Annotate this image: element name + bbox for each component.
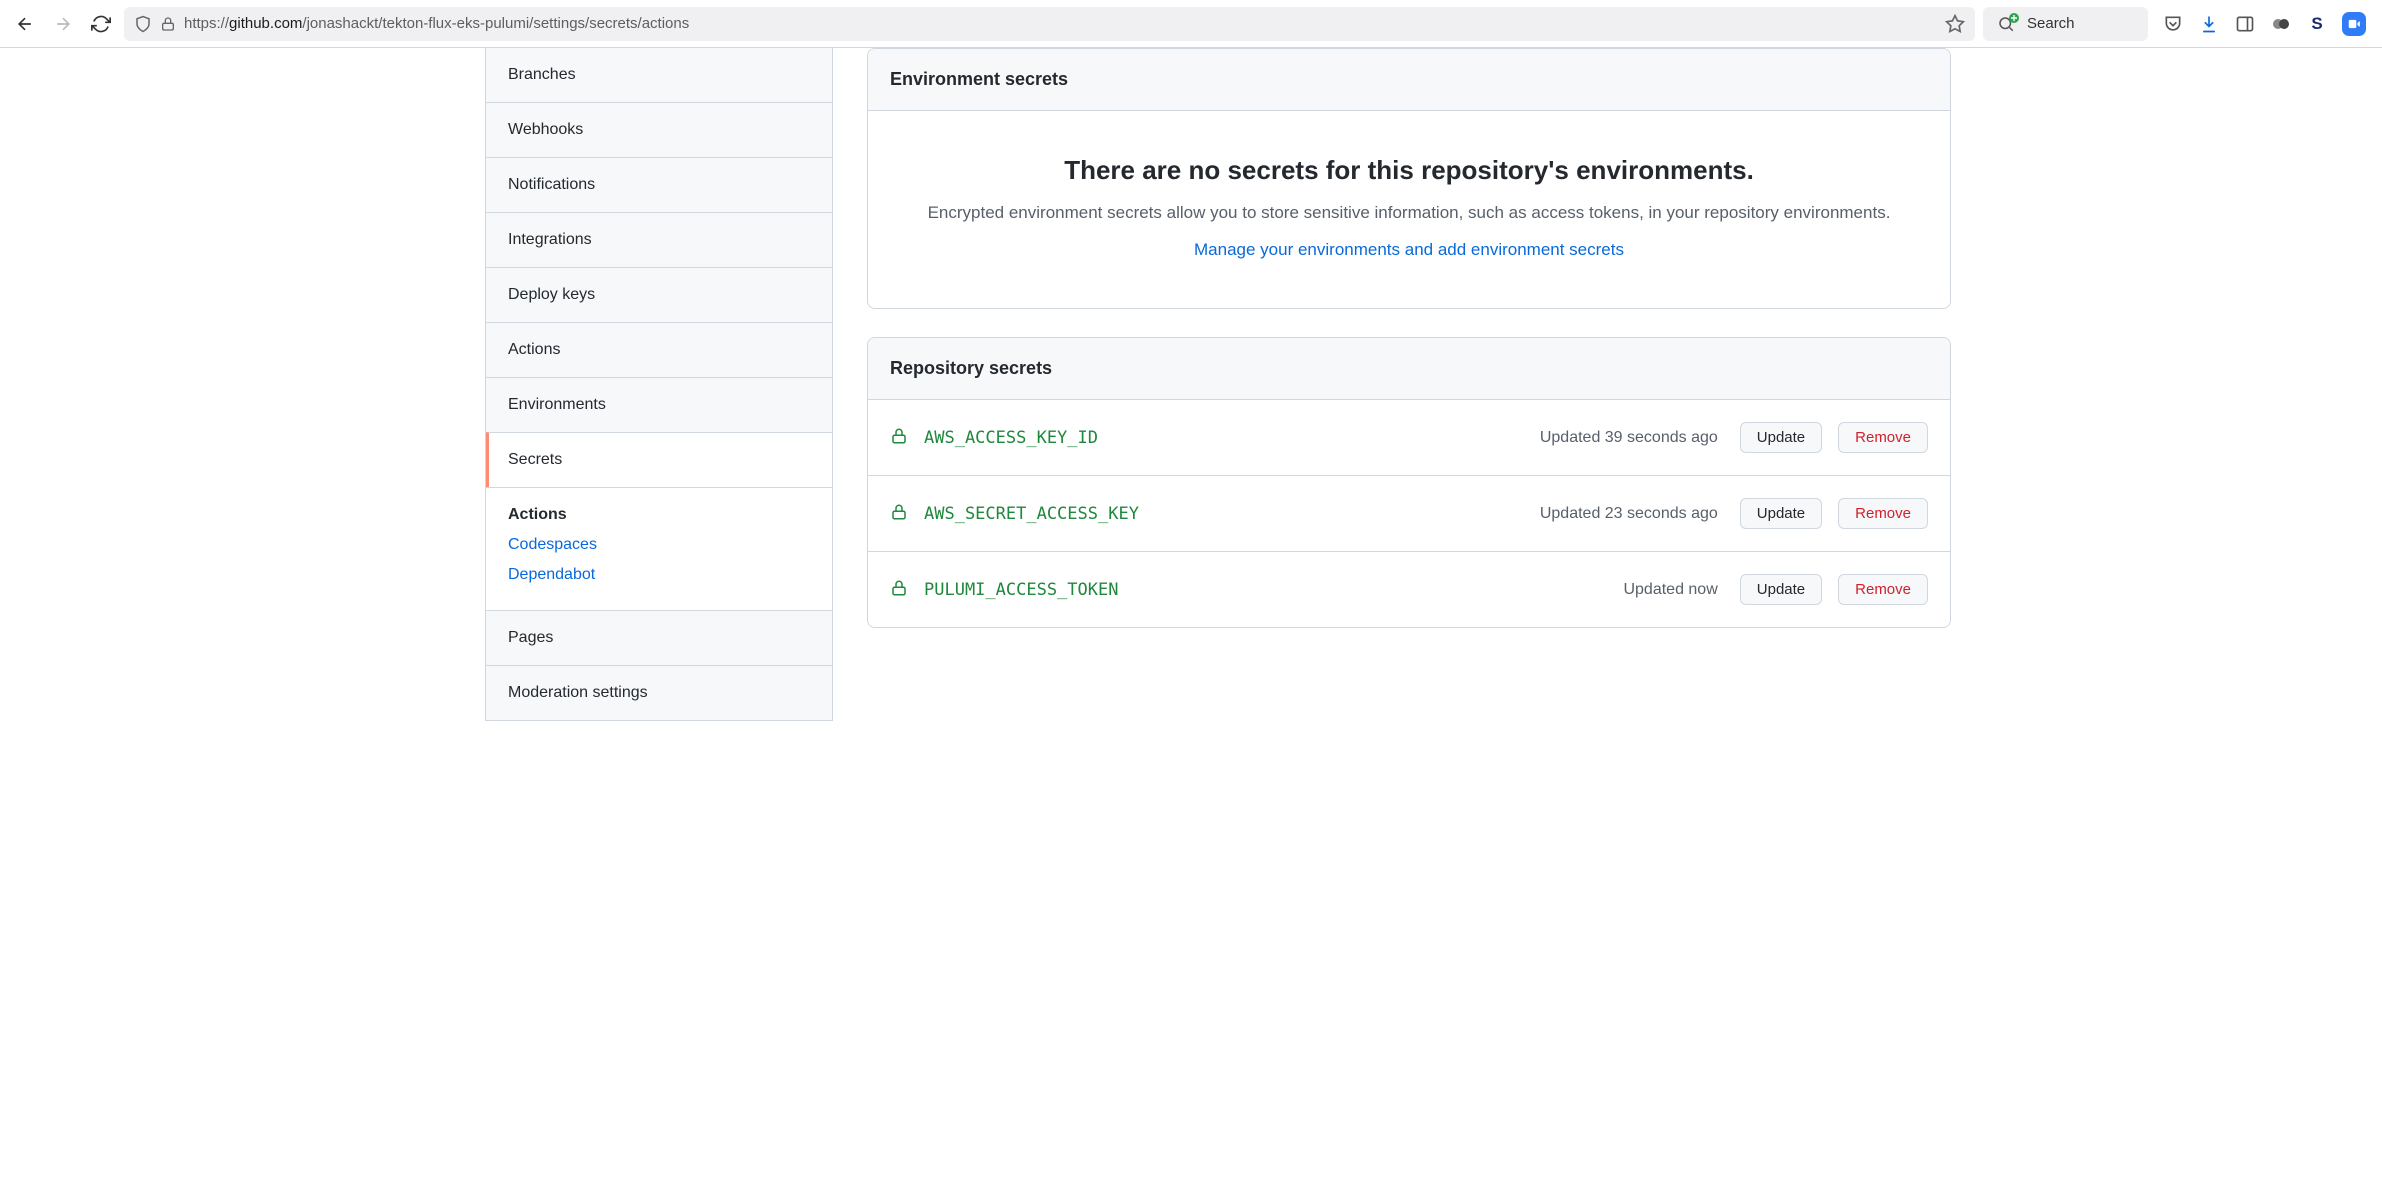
sidebar-item-actions[interactable]: Actions xyxy=(486,322,832,377)
repository-secrets-panel: Repository secrets AWS_ACCESS_KEY_ID Upd… xyxy=(867,337,1951,628)
search-box[interactable]: Search xyxy=(1983,7,2148,41)
update-button[interactable]: Update xyxy=(1740,422,1822,453)
secret-updated: Updated 23 seconds ago xyxy=(1540,505,1718,523)
lock-icon xyxy=(160,16,176,32)
environment-secrets-panel: Environment secrets There are no secrets… xyxy=(867,48,1951,309)
download-icon[interactable] xyxy=(2198,13,2220,35)
secret-row: AWS_SECRET_ACCESS_KEY Updated 23 seconds… xyxy=(868,475,1950,551)
environment-secrets-body: There are no secrets for this repository… xyxy=(868,111,1950,308)
url-bar[interactable]: https://github.com/jonashackt/tekton-flu… xyxy=(124,7,1975,41)
manage-environments-link[interactable]: Manage your environments and add environ… xyxy=(1194,240,1624,259)
sidebar-item-deploy-keys[interactable]: Deploy keys xyxy=(486,267,832,322)
add-badge-icon xyxy=(2009,13,2019,23)
sidebar-item-integrations[interactable]: Integrations xyxy=(486,212,832,267)
secrets-subnav-heading: Actions xyxy=(508,506,810,524)
sidebar-item-branches[interactable]: Branches xyxy=(486,48,832,102)
lock-icon xyxy=(890,579,908,600)
env-empty-description: Encrypted environment secrets allow you … xyxy=(902,200,1916,226)
remove-button[interactable]: Remove xyxy=(1838,574,1928,605)
secret-updated: Updated 39 seconds ago xyxy=(1540,429,1718,447)
remove-button[interactable]: Remove xyxy=(1838,498,1928,529)
sidebar-item-moderation[interactable]: Moderation settings xyxy=(486,665,832,720)
update-button[interactable]: Update xyxy=(1740,574,1822,605)
sidebar-item-secrets[interactable]: Secrets xyxy=(486,432,832,487)
sidebar-item-webhooks[interactable]: Webhooks xyxy=(486,102,832,157)
environment-secrets-header: Environment secrets xyxy=(868,49,1950,111)
sidebar-item-notifications[interactable]: Notifications xyxy=(486,157,832,212)
settings-sidebar: Branches Webhooks Notifications Integrat… xyxy=(411,48,833,721)
remove-button[interactable]: Remove xyxy=(1838,422,1928,453)
env-empty-headline: There are no secrets for this repository… xyxy=(902,155,1916,186)
library-icon[interactable] xyxy=(2234,13,2256,35)
repository-secrets-header: Repository secrets xyxy=(868,338,1950,400)
secret-name[interactable]: AWS_SECRET_ACCESS_KEY xyxy=(924,504,1524,524)
url-text: https://github.com/jonashackt/tekton-flu… xyxy=(184,15,1937,32)
shield-icon xyxy=(134,15,152,33)
update-button[interactable]: Update xyxy=(1740,498,1822,529)
toolbar-icons: S xyxy=(2156,12,2372,36)
page-body: Branches Webhooks Notifications Integrat… xyxy=(411,48,1971,721)
extension-icon[interactable] xyxy=(2270,13,2292,35)
reload-icon xyxy=(91,14,111,34)
back-button[interactable] xyxy=(10,9,40,39)
secret-row: PULUMI_ACCESS_TOKEN Updated now Update R… xyxy=(868,551,1950,627)
secrets-subnav-codespaces[interactable]: Codespaces xyxy=(508,536,810,554)
lock-icon xyxy=(890,427,908,448)
secret-name[interactable]: AWS_ACCESS_KEY_ID xyxy=(924,428,1524,448)
search-placeholder: Search xyxy=(2027,15,2075,32)
secret-updated: Updated now xyxy=(1623,581,1717,599)
lock-icon xyxy=(890,503,908,524)
s-extension-icon[interactable]: S xyxy=(2306,13,2328,35)
sidebar-item-environments[interactable]: Environments xyxy=(486,377,832,432)
zoom-app-icon[interactable] xyxy=(2342,12,2366,36)
star-icon[interactable] xyxy=(1945,14,1965,34)
reload-button[interactable] xyxy=(86,9,116,39)
settings-nav: Branches Webhooks Notifications Integrat… xyxy=(485,48,833,721)
arrow-left-icon xyxy=(15,14,35,34)
secrets-subnav: Actions Codespaces Dependabot xyxy=(486,487,832,610)
browser-toolbar: https://github.com/jonashackt/tekton-flu… xyxy=(0,0,2382,48)
arrow-right-icon xyxy=(53,14,73,34)
forward-button[interactable] xyxy=(48,9,78,39)
repository-secrets-list: AWS_ACCESS_KEY_ID Updated 39 seconds ago… xyxy=(868,400,1950,627)
secret-name[interactable]: PULUMI_ACCESS_TOKEN xyxy=(924,580,1607,600)
main-content: Environment secrets There are no secrets… xyxy=(833,48,1971,721)
pocket-icon[interactable] xyxy=(2162,13,2184,35)
secret-row: AWS_ACCESS_KEY_ID Updated 39 seconds ago… xyxy=(868,400,1950,475)
sidebar-item-pages[interactable]: Pages xyxy=(486,610,832,665)
secrets-subnav-dependabot[interactable]: Dependabot xyxy=(508,566,810,584)
